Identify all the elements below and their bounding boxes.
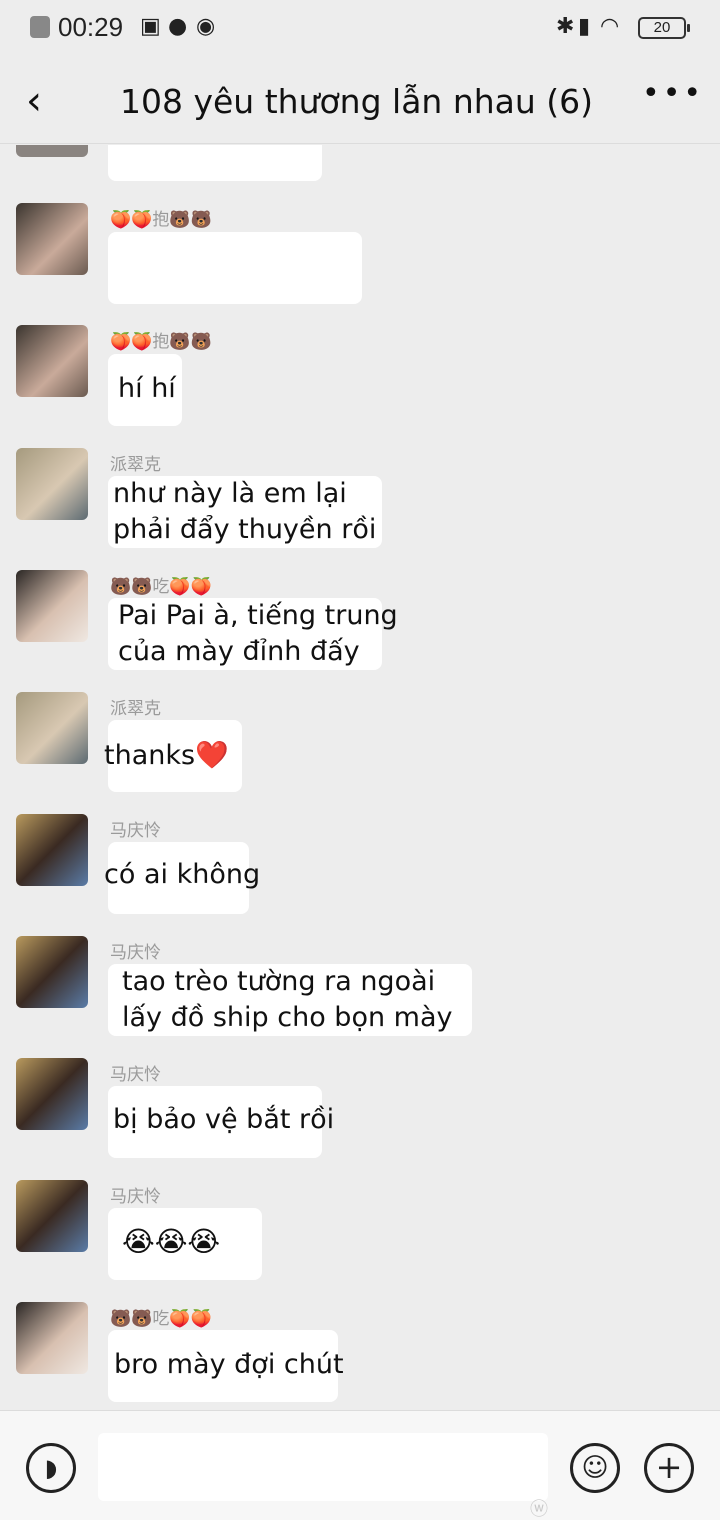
- message-input[interactable]: [98, 1433, 548, 1501]
- browser-icon: ◉: [196, 14, 216, 39]
- sender-name: 🍑🍑抱🐻🐻: [110, 210, 212, 230]
- avatar[interactable]: [16, 325, 88, 397]
- message-bubble[interactable]: bro mày đợi chút: [108, 1330, 344, 1402]
- chat-header: ‹ 108 yêu thương lẫn nhau (6) •••: [0, 58, 720, 144]
- message-bubble[interactable]: tao trèo tường ra ngoài lấy đồ ship cho …: [108, 964, 472, 1036]
- sender-name: 派翠克: [110, 699, 161, 719]
- sender-name: 派翠克: [110, 455, 161, 475]
- chat-title: 108 yêu thương lẫn nhau (6): [120, 82, 594, 121]
- wechat-icon: ●: [168, 14, 188, 39]
- plus-icon[interactable]: +: [644, 1443, 694, 1493]
- wifi-icon: ◠: [600, 14, 620, 39]
- avatar[interactable]: [16, 203, 88, 275]
- message-bubble[interactable]: bị bảo vệ bắt rồi: [108, 1086, 334, 1158]
- input-bar: ◗ ☺ + ⓦ: [0, 1410, 720, 1520]
- avatar[interactable]: [16, 814, 88, 886]
- avatar[interactable]: [16, 1302, 88, 1374]
- vibrate-icon: ▮: [578, 14, 591, 39]
- battery-level: 20: [653, 19, 671, 36]
- message-bubble[interactable]: hí hí: [108, 354, 182, 426]
- sender-name: 马庆怜: [110, 1065, 161, 1085]
- status-time: 00:29: [58, 12, 124, 42]
- close-notification-icon: [30, 16, 50, 38]
- avatar[interactable]: [16, 145, 88, 157]
- sender-name: 马庆怜: [110, 943, 161, 963]
- battery-indicator: 20: [638, 17, 690, 39]
- avatar[interactable]: [16, 936, 88, 1008]
- back-icon[interactable]: ‹: [26, 78, 42, 124]
- watermark-icon: ⓦ: [530, 1499, 548, 1520]
- sender-name: 马庆怜: [110, 1187, 161, 1207]
- message-bubble[interactable]: như này là em lại phải đẩy thuyền rồi: [108, 476, 382, 548]
- message-bubble[interactable]: thanks❤️: [104, 720, 242, 792]
- sender-name: 🐻🐻吃🍑🍑: [110, 1309, 212, 1329]
- message-bubble[interactable]: 😭😭😭: [108, 1208, 262, 1280]
- message-list[interactable]: 🍑🍑抱🐻🐻 🍑🍑抱🐻🐻 hí hí 派翠克 như này là em lại …: [0, 145, 720, 1410]
- status-bar: 00:29 ▣ ● ◉ ✱ ▮ ◠ 20: [0, 0, 720, 58]
- avatar[interactable]: [16, 1058, 88, 1130]
- avatar[interactable]: [16, 692, 88, 764]
- emoji-icon[interactable]: ☺: [570, 1443, 620, 1493]
- sender-name: 马庆怜: [110, 821, 161, 841]
- message-bubble[interactable]: có ai không: [104, 842, 260, 914]
- voice-icon[interactable]: ◗: [26, 1443, 76, 1493]
- avatar[interactable]: [16, 1180, 88, 1252]
- sender-name: 🍑🍑抱🐻🐻: [110, 332, 212, 352]
- message-bubble[interactable]: Pai Pai à, tiếng trung của mày đỉnh đấy: [108, 598, 398, 670]
- screenshot-icon: ▣: [140, 14, 161, 39]
- avatar[interactable]: [16, 570, 88, 642]
- message-bubble[interactable]: [108, 145, 322, 181]
- more-options-icon[interactable]: •••: [642, 76, 704, 111]
- message-bubble[interactable]: [108, 232, 362, 304]
- bluetooth-icon: ✱: [556, 14, 575, 39]
- avatar[interactable]: [16, 448, 88, 520]
- sender-name: 🐻🐻吃🍑🍑: [110, 577, 212, 597]
